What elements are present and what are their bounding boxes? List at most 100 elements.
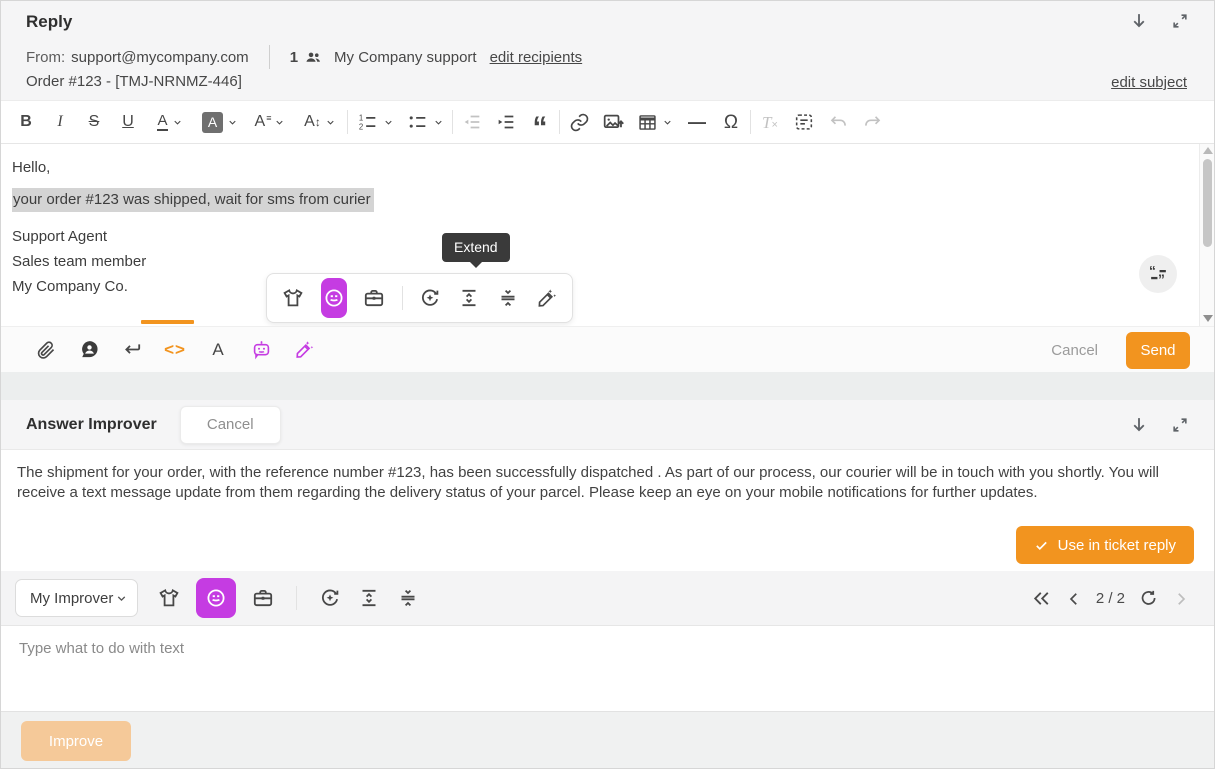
fullscreen-button[interactable] [1170, 9, 1190, 33]
strikethrough-button[interactable]: S [79, 107, 109, 137]
send-button[interactable]: Send [1126, 332, 1190, 369]
reply-footer-toolbar: <> A Cancel Send [1, 326, 1214, 372]
outdent-button[interactable] [457, 107, 487, 137]
font-size-icon: A↕ [304, 114, 321, 130]
special-character-button[interactable]: Ω [716, 107, 746, 137]
reply-header: Reply From: support@mycompany.com 1 My C… [1, 1, 1214, 101]
professional-tone-button[interactable] [362, 278, 388, 318]
horizontal-rule-button[interactable]: — [682, 107, 712, 137]
redo-button[interactable] [857, 107, 887, 137]
first-page-button[interactable] [1031, 588, 1052, 609]
rephrase-button[interactable] [418, 286, 442, 310]
edit-recipients-link[interactable]: edit recipients [490, 49, 583, 66]
extend-icon [457, 286, 481, 310]
professional-tone-button[interactable] [251, 586, 275, 610]
link-button[interactable] [564, 107, 594, 137]
attachment-button[interactable] [33, 337, 59, 363]
chevron-right-icon [1172, 590, 1190, 608]
casual-tone-button[interactable] [157, 586, 181, 610]
chevron-down-icon [662, 117, 673, 128]
ai-chat-button[interactable] [248, 337, 274, 363]
casual-tone-button[interactable] [280, 278, 306, 318]
fullscreen-button[interactable] [1170, 413, 1190, 437]
shorten-button[interactable] [396, 586, 420, 610]
font-background-icon: A [202, 112, 223, 133]
extend-tooltip: Extend [442, 233, 510, 262]
insert-reply-button[interactable] [119, 337, 145, 363]
magic-pen-icon [293, 338, 316, 361]
friendly-tone-button[interactable] [321, 278, 347, 318]
font-family-button[interactable]: A≡ [247, 107, 293, 137]
outdent-icon [461, 111, 483, 133]
magic-pen-button[interactable] [535, 286, 559, 310]
double-chevron-left-icon [1031, 588, 1052, 609]
answer-improver-button[interactable] [291, 337, 317, 363]
italic-icon: I [57, 114, 62, 130]
editor-scrollbar[interactable] [1199, 144, 1214, 326]
font-size-button[interactable]: A↕ [297, 107, 343, 137]
improver-footer: Improve [1, 711, 1214, 769]
insert-table-button[interactable] [632, 107, 678, 137]
canned-response-button[interactable] [76, 337, 102, 363]
fullscreen-icon [1170, 10, 1190, 32]
scrollbar-thumb[interactable] [1203, 159, 1212, 247]
reply-editor[interactable]: Hello, your order #123 was shipped, wait… [1, 144, 1214, 326]
scroll-down-arrow[interactable] [1203, 315, 1213, 322]
shorten-icon [396, 586, 420, 610]
collapse-button[interactable] [1128, 9, 1150, 33]
editor-selected-text: your order #123 was shipped, wait for sm… [12, 188, 374, 212]
horizontal-rule-icon: — [688, 113, 706, 131]
reply-cancel-button[interactable]: Cancel [1051, 342, 1098, 359]
improver-cancel-button[interactable]: Cancel [180, 406, 281, 444]
bullet-list-button[interactable] [402, 107, 448, 137]
edit-subject-link[interactable]: edit subject [1111, 74, 1187, 91]
signature-line: My Company Co. [12, 274, 1202, 299]
bold-button[interactable]: B [11, 107, 41, 137]
improve-button[interactable]: Improve [21, 721, 131, 761]
quoted-reply-button[interactable]: “” [1139, 255, 1177, 293]
improver-preset-select[interactable]: My Improver [15, 579, 138, 617]
text-style-button[interactable]: A [205, 337, 231, 363]
blockquote-button[interactable]: “ [525, 107, 555, 137]
italic-button[interactable]: I [45, 107, 75, 137]
clear-format-button[interactable]: T× [755, 107, 785, 137]
font-color-icon: A [157, 113, 167, 131]
improver-result: The shipment for your order, with the re… [1, 450, 1214, 571]
chevron-down-icon [433, 117, 444, 128]
chevron-down-icon [115, 592, 128, 605]
ticket-reply-window: Reply From: support@mycompany.com 1 My C… [0, 0, 1215, 769]
professional-tone-icon [362, 286, 386, 310]
insert-image-button[interactable] [598, 107, 628, 137]
from-email: support@mycompany.com [71, 49, 249, 66]
undo-button[interactable] [823, 107, 853, 137]
shorten-button[interactable] [496, 286, 520, 310]
extend-button[interactable] [357, 586, 381, 610]
ordered-list-button[interactable]: 12 [352, 107, 398, 137]
previous-result-button[interactable] [1065, 590, 1083, 608]
improver-header: Answer Improver Cancel [1, 400, 1214, 450]
bold-icon: B [20, 114, 32, 130]
friendly-tone-button[interactable] [196, 578, 236, 618]
use-in-ticket-reply-button[interactable]: Use in ticket reply [1016, 526, 1194, 564]
select-all-button[interactable] [789, 107, 819, 137]
regenerate-button[interactable] [1138, 588, 1159, 609]
toolbar-separator [750, 110, 751, 134]
font-background-button[interactable]: A [197, 107, 243, 137]
link-icon [569, 112, 590, 133]
rephrase-button[interactable] [318, 586, 342, 610]
underline-button[interactable]: U [113, 107, 143, 137]
blockquote-icon: “ [533, 113, 548, 143]
font-color-button[interactable]: A [147, 107, 193, 137]
next-result-button[interactable] [1172, 590, 1190, 608]
extend-button[interactable] [457, 286, 481, 310]
friendly-tone-icon [322, 286, 346, 310]
chevron-left-icon [1065, 590, 1083, 608]
collapse-button[interactable] [1128, 413, 1150, 437]
scroll-up-arrow[interactable] [1203, 147, 1213, 154]
indent-button[interactable] [491, 107, 521, 137]
toolbar-separator [452, 110, 453, 134]
improver-instruction-input[interactable] [1, 626, 1214, 711]
attachment-icon [35, 339, 57, 361]
recipients-name: My Company support [334, 49, 477, 66]
source-code-button[interactable]: <> [162, 337, 188, 363]
